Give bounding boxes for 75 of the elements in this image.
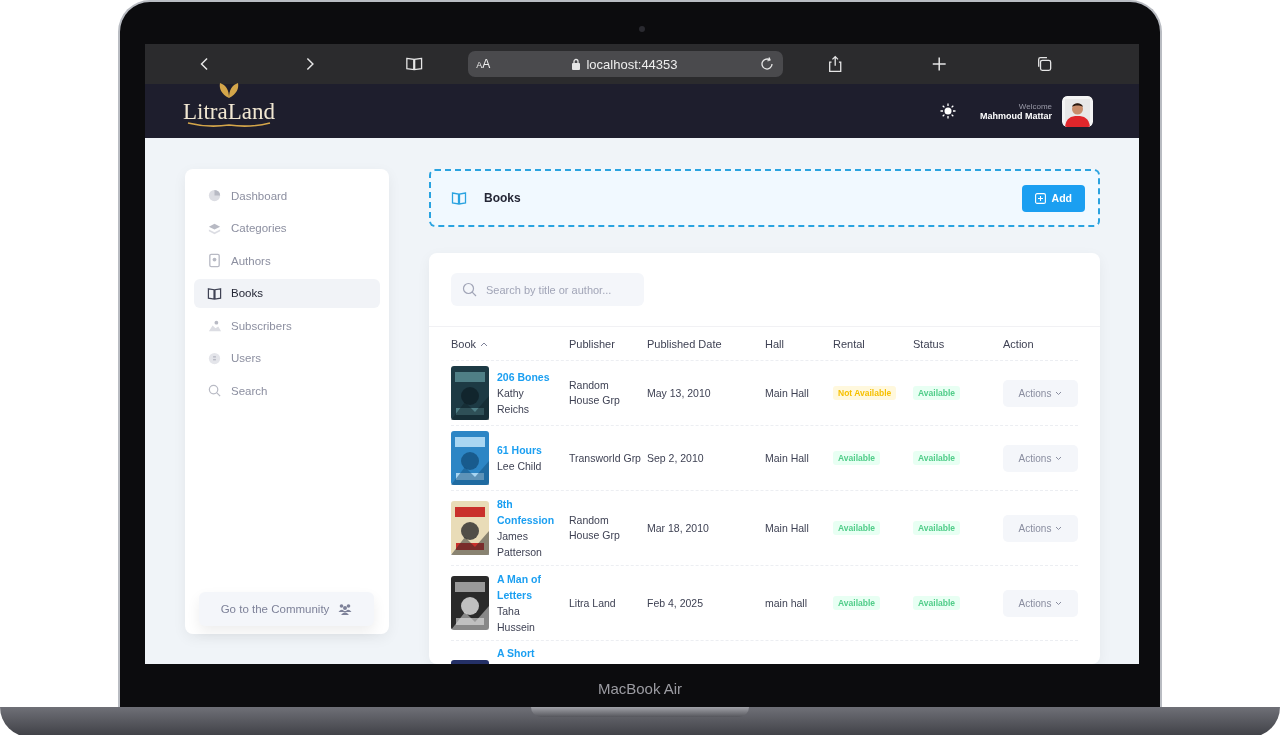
address-bar[interactable]: AA localhost:44353: [468, 51, 783, 77]
camera-icon: [639, 26, 645, 32]
sidebar-item[interactable]: Subscribers: [194, 311, 380, 340]
status-badge: Available: [913, 521, 960, 535]
status-badge: Available: [833, 596, 880, 610]
plus-icon: [1034, 192, 1046, 204]
book-icon: [451, 191, 467, 205]
date-cell-text: May 13, 2010: [647, 385, 712, 401]
column-header[interactable]: Published Date: [647, 337, 722, 350]
book-title-link[interactable]: 206 Bones: [497, 369, 555, 385]
chevron-down-icon: [1055, 600, 1063, 606]
date-cell-text: Feb 4, 2025: [647, 595, 705, 611]
logo[interactable]: LitraLand: [183, 100, 275, 123]
column-header[interactable]: Book: [451, 337, 477, 350]
add-button[interactable]: Add: [1021, 184, 1085, 212]
status-badge: Available: [833, 521, 880, 535]
column-header[interactable]: Publisher: [569, 337, 615, 350]
hall-cell-text: Main Hall: [765, 450, 810, 466]
sidebar-item[interactable]: Dashboard: [194, 181, 380, 210]
community-button[interactable]: Go to the Community: [199, 592, 374, 626]
status-badge: Not Available: [833, 386, 897, 400]
sidebar-item[interactable]: Users: [194, 343, 380, 373]
hall-cell-text: Main Hall: [765, 520, 810, 536]
publisher-cell-text: Random House Grp: [569, 513, 621, 543]
sidebar-item[interactable]: Authors: [194, 246, 380, 275]
book-title-link[interactable]: A Man of Letters: [497, 571, 555, 603]
hall-cell-text: Main Hall: [765, 385, 810, 401]
column-header[interactable]: Rental: [833, 337, 865, 350]
url-text: localhost:44353: [586, 56, 678, 72]
search-icon: [462, 282, 477, 297]
book-title-link[interactable]: 61 Hours: [497, 442, 555, 458]
search-field[interactable]: Search by title or author...: [451, 273, 644, 306]
leaf-icon: [217, 82, 241, 98]
author-name: Lee Child: [497, 459, 543, 474]
lock-icon: [571, 58, 582, 70]
column-header[interactable]: Status: [913, 337, 945, 350]
chevron-down-icon: [1055, 455, 1063, 461]
user-name: Mahmoud Mattar: [980, 110, 1052, 121]
actions-dropdown[interactable]: Actions: [1003, 379, 1078, 407]
sidebar-item[interactable]: Categories: [194, 213, 380, 243]
status-badge: Available: [913, 386, 960, 400]
sun-icon[interactable]: [940, 103, 956, 119]
actions-dropdown[interactable]: Actions: [1003, 444, 1078, 472]
author-name: Taha Hussein: [497, 604, 536, 635]
book-title-link[interactable]: 8th Confession: [497, 496, 555, 528]
status-badge: Available: [913, 451, 960, 465]
status-badge: Available: [913, 596, 960, 610]
status-badge: Available: [833, 451, 880, 465]
search-icon: [207, 383, 222, 398]
id-card-icon: [207, 253, 222, 268]
publisher-cell-text: Litra Land: [569, 595, 617, 611]
hall-cell-text: main hall: [765, 595, 809, 611]
reload-icon[interactable]: [758, 56, 775, 72]
welcome-label: Welcome: [1018, 101, 1052, 111]
publisher-cell-text: Transworld Grp: [569, 450, 642, 466]
chevron-down-icon: [1055, 525, 1063, 531]
date-cell-text: Mar 18, 2010: [647, 520, 710, 536]
actions-dropdown[interactable]: Actions: [1003, 589, 1078, 617]
book-curve-icon: [186, 122, 272, 128]
sidebar-item[interactable]: Search: [194, 376, 380, 405]
page-title: Books: [484, 191, 522, 205]
date-cell-text: Sep 2, 2010: [647, 450, 705, 466]
pie-chart-icon: [207, 188, 222, 203]
text-size-button[interactable]: AA: [476, 57, 491, 71]
author-name: Kathy Reichs: [497, 386, 531, 417]
author-name: James Patterson: [497, 529, 543, 560]
publisher-cell-text: Random House Grp: [569, 378, 621, 408]
device-label: MacBook Air: [597, 679, 683, 697]
actions-dropdown[interactable]: Actions: [1003, 514, 1078, 542]
book-icon: [207, 285, 222, 301]
column-header[interactable]: Hall: [765, 337, 784, 350]
column-header[interactable]: Action: [1003, 337, 1034, 350]
sidebar-item[interactable]: Books: [194, 278, 380, 308]
book-title-link[interactable]: A Short: [497, 646, 555, 660]
chevron-down-icon: [1055, 390, 1063, 396]
